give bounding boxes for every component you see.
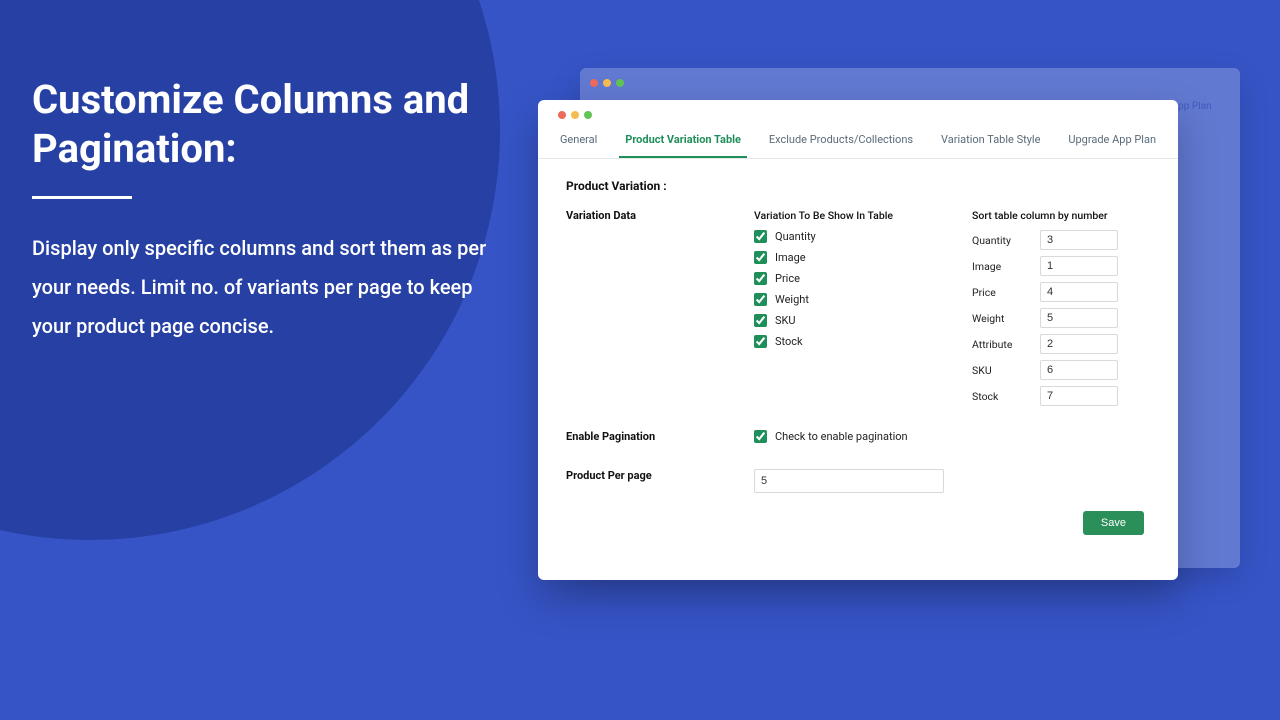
show-checkbox-price[interactable]	[754, 272, 767, 285]
minimize-icon[interactable]	[571, 111, 579, 119]
tab-exclude-products-collections[interactable]: Exclude Products/Collections	[763, 125, 919, 158]
section-title: Product Variation :	[566, 179, 1150, 193]
sort-input-price[interactable]	[1040, 282, 1118, 302]
sort-label: SKU	[972, 364, 1030, 377]
enable-pagination-label: Enable Pagination	[566, 430, 736, 451]
sort-row-quantity: Quantity	[972, 230, 1150, 250]
sort-label: Attribute	[972, 338, 1030, 351]
sort-heading: Sort table column by number	[972, 209, 1150, 222]
show-check-price[interactable]: Price	[754, 272, 954, 285]
sort-input-stock[interactable]	[1040, 386, 1118, 406]
show-checkbox-weight[interactable]	[754, 293, 767, 306]
promo-panel: Customize Columns and Pagination: Displa…	[32, 76, 492, 346]
variation-data-label: Variation Data	[566, 209, 736, 412]
sort-row-weight: Weight	[972, 308, 1150, 328]
promo-description: Display only specific columns and sort t…	[32, 229, 492, 346]
enable-pagination-text: Check to enable pagination	[775, 430, 908, 443]
divider	[32, 196, 132, 199]
variation-data-row: Variation Data Variation To Be Show In T…	[566, 209, 1150, 412]
expand-icon	[616, 79, 624, 87]
sort-input-image[interactable]	[1040, 256, 1118, 276]
settings-content: Product Variation : Variation Data Varia…	[538, 159, 1178, 549]
show-check-label: Quantity	[775, 230, 816, 243]
sort-row-sku: SKU	[972, 360, 1150, 380]
sort-label: Image	[972, 260, 1030, 273]
show-in-table-heading: Variation To Be Show In Table	[754, 209, 954, 222]
show-check-quantity[interactable]: Quantity	[754, 230, 954, 243]
show-check-stock[interactable]: Stock	[754, 335, 954, 348]
tab-upgrade-app-plan[interactable]: Upgrade App Plan	[1062, 125, 1162, 158]
show-check-image[interactable]: Image	[754, 251, 954, 264]
promo-title: Customize Columns and Pagination:	[32, 76, 492, 174]
sort-input-weight[interactable]	[1040, 308, 1118, 328]
show-in-table-column: Variation To Be Show In Table Quantity Im…	[754, 209, 954, 412]
sort-row-price: Price	[972, 282, 1150, 302]
window-controls	[548, 108, 1168, 119]
sort-row-stock: Stock	[972, 386, 1150, 406]
show-check-sku[interactable]: SKU	[754, 314, 954, 327]
tabs: General Product Variation Table Exclude Pr…	[538, 119, 1178, 159]
product-per-page-label: Product Per page	[566, 469, 736, 493]
sort-label: Price	[972, 286, 1030, 299]
show-check-label: SKU	[775, 314, 796, 327]
product-per-page-row: Product Per page	[566, 469, 1150, 493]
window-controls-back	[580, 76, 1240, 87]
tab-product-variation-table[interactable]: Product Variation Table	[619, 125, 747, 158]
sort-label: Weight	[972, 312, 1030, 325]
sort-input-quantity[interactable]	[1040, 230, 1118, 250]
enable-pagination-row: Enable Pagination Check to enable pagina…	[566, 430, 1150, 451]
enable-pagination-checkbox[interactable]	[754, 430, 767, 443]
expand-icon[interactable]	[584, 111, 592, 119]
close-icon	[590, 79, 598, 87]
sort-input-sku[interactable]	[1040, 360, 1118, 380]
show-checkbox-image[interactable]	[754, 251, 767, 264]
show-checkbox-stock[interactable]	[754, 335, 767, 348]
show-check-label: Image	[775, 251, 806, 264]
enable-pagination-check[interactable]: Check to enable pagination	[754, 430, 954, 443]
show-check-label: Price	[775, 272, 800, 285]
show-check-label: Weight	[775, 293, 809, 306]
tab-variation-table-style[interactable]: Variation Table Style	[935, 125, 1046, 158]
show-check-weight[interactable]: Weight	[754, 293, 954, 306]
save-button[interactable]: Save	[1083, 511, 1144, 535]
foreground-window: General Product Variation Table Exclude Pr…	[538, 100, 1178, 580]
sort-row-image: Image	[972, 256, 1150, 276]
sort-label: Quantity	[972, 234, 1030, 247]
sort-row-attribute: Attribute	[972, 334, 1150, 354]
sort-label: Stock	[972, 390, 1030, 403]
show-checkbox-quantity[interactable]	[754, 230, 767, 243]
minimize-icon	[603, 79, 611, 87]
close-icon[interactable]	[558, 111, 566, 119]
sort-column: Sort table column by number Quantity Imag…	[972, 209, 1150, 412]
tab-general[interactable]: General	[554, 125, 603, 158]
sort-input-attribute[interactable]	[1040, 334, 1118, 354]
show-check-label: Stock	[775, 335, 803, 348]
product-per-page-input[interactable]	[754, 469, 944, 493]
show-checkbox-sku[interactable]	[754, 314, 767, 327]
